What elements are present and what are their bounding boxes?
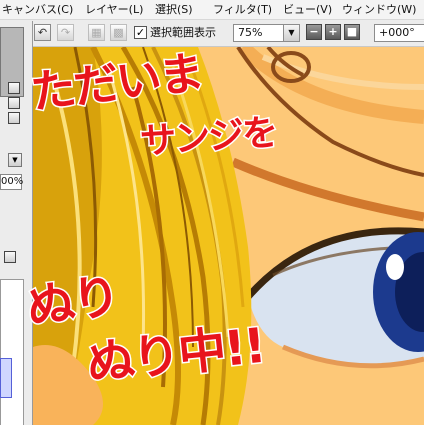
zoom-value: 75% [238, 26, 263, 39]
zoom-in-button[interactable]: + [325, 24, 341, 40]
zoom-out-button[interactable]: − [306, 24, 322, 40]
selection-display-checkbox[interactable]: ✓ [134, 26, 147, 39]
menu-window[interactable]: ウィンドウ(W) [342, 3, 416, 16]
nav-rotate-button[interactable] [8, 112, 20, 124]
menu-canvas[interactable]: キャンバス(C) [2, 3, 73, 16]
zoom-reset-icon: ■ [346, 25, 358, 38]
menu-select[interactable]: 選択(S) [155, 3, 193, 16]
undo-icon: ↶ [37, 26, 48, 39]
overlay-line-2: サンジを [137, 111, 279, 164]
menu-view[interactable]: ビュー(V) [283, 3, 332, 16]
nav-zoom-percent[interactable]: 00% [0, 174, 23, 190]
chevron-down-icon[interactable]: ▼ [283, 25, 299, 41]
redo-button[interactable]: ↷ [57, 24, 74, 41]
rotation-value: +000° [379, 26, 415, 39]
invert-selection-button[interactable]: ▩ [110, 24, 127, 41]
zoom-reset-button[interactable]: ■ [344, 24, 360, 40]
zoom-out-icon: − [309, 25, 319, 38]
zoom-combo[interactable]: 75% ▼ [233, 24, 300, 42]
menu-filter[interactable]: フィルタ(T) [213, 3, 272, 16]
zoom-in-icon: + [328, 25, 338, 38]
left-panel: ▼ 00% [0, 21, 33, 425]
deselect-icon: ▦ [91, 26, 102, 39]
invert-selection-icon: ▩ [113, 26, 124, 39]
chevron-down-icon[interactable]: ▼ [8, 153, 22, 167]
undo-button[interactable]: ↶ [34, 24, 51, 41]
layer-option-button[interactable] [4, 251, 16, 263]
menu-bar: キャンバス(C) レイヤー(L) 選択(S) フィルタ(T) ビュー(V) ウィ… [0, 0, 424, 20]
toolbar: ↶ ↷ ▦ ▩ ✓ 選択範囲表示 75% ▼ − + ■ +000° [0, 20, 424, 47]
selected-layer[interactable] [0, 358, 12, 398]
deselect-button[interactable]: ▦ [88, 24, 105, 41]
redo-icon: ↷ [60, 26, 71, 39]
nav-zoom-button[interactable] [8, 97, 20, 109]
checkmark-icon: ✓ [135, 26, 146, 39]
nav-zoom-button[interactable] [8, 82, 20, 94]
menu-layer[interactable]: レイヤー(L) [85, 3, 143, 16]
layer-list[interactable] [0, 279, 24, 425]
rotation-field[interactable]: +000° [374, 24, 424, 42]
